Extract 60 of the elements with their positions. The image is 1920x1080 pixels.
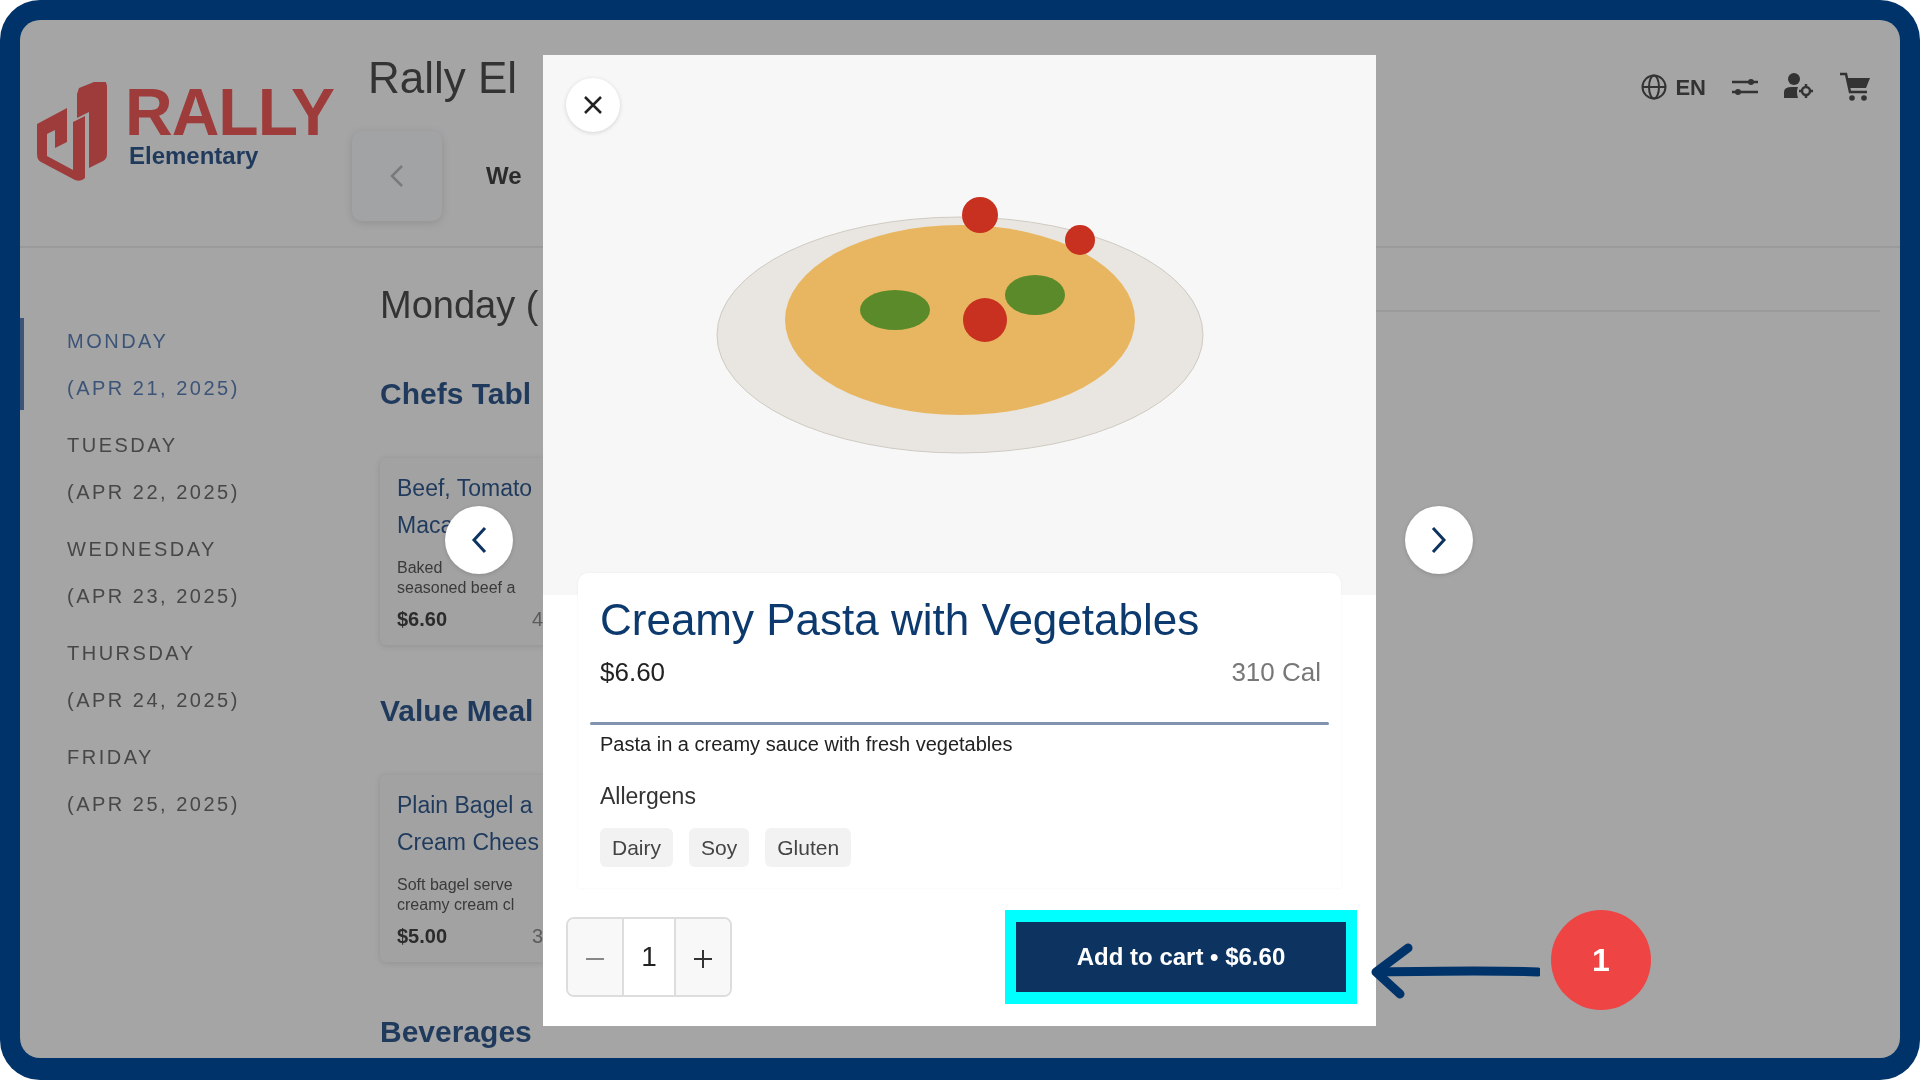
quantity-stepper[interactable]: 1 [566, 917, 732, 997]
day-date: (APR 23, 2025) [67, 584, 241, 609]
allergen-tag: Dairy [600, 827, 673, 867]
day-date: (APR 25, 2025) [67, 792, 241, 817]
day-nav-item[interactable]: WEDNESDAY (APR 23, 2025) [20, 526, 380, 620]
menu-item-calories: 4 [531, 607, 543, 632]
add-to-cart-button[interactable]: Add to cart • $6.60 [1016, 922, 1346, 992]
day-nav-item[interactable]: TUESDAY (APR 22, 2025) [20, 422, 380, 516]
day-name: TUESDAY [67, 433, 179, 458]
item-price: $6.60 [600, 656, 666, 689]
menu-item-title: Beef, Tomato [397, 474, 533, 503]
day-name: MONDAY [67, 329, 170, 354]
section-heading: Value Meal [380, 693, 535, 729]
day-name: WEDNESDAY [67, 537, 218, 562]
sliders-icon[interactable] [1732, 77, 1758, 97]
allergen-tag: Gluten [765, 827, 852, 867]
menu-item-title: Plain Bagel a [397, 791, 533, 820]
day-nav-item[interactable]: FRIDAY (APR 25, 2025) [20, 734, 380, 828]
language-selector[interactable]: EN [1641, 72, 1706, 102]
logo-subtitle: Elementary [129, 142, 260, 170]
chevron-right-icon [1431, 526, 1447, 554]
menu-item-price: $6.60 [397, 607, 448, 632]
allergen-tag: Soy [689, 827, 750, 867]
day-name: THURSDAY [67, 641, 197, 666]
globe-icon [1641, 74, 1668, 100]
day-nav-item[interactable]: MONDAY (APR 21, 2025) [20, 318, 380, 412]
chevron-left-icon [390, 164, 404, 188]
item-title: Creamy Pasta with Vegetables [600, 594, 1201, 646]
day-date: (APR 24, 2025) [67, 688, 241, 713]
item-calories: 310 Cal [1231, 656, 1321, 689]
section-heading: Beverages [380, 1014, 533, 1050]
menu-item-description: Baked [397, 558, 443, 578]
menu-item-card[interactable]: Plain Bagel a Cream Chees Soft bagel serve creamy cream cl $5.00 3 [380, 775, 545, 962]
day-nav-item[interactable]: THURSDAY (APR 24, 2025) [20, 630, 380, 724]
next-image-button[interactable] [1405, 506, 1473, 574]
menu-item-description: seasoned beef a [397, 578, 516, 598]
menu-item-calories: 3 [531, 924, 543, 949]
logo-wordmark: RALLY [125, 82, 334, 142]
item-description: Pasta in a creamy sauce with fresh vegetables [600, 732, 1014, 757]
close-icon [583, 95, 603, 115]
menu-item-description: creamy cream cl [397, 895, 515, 915]
minus-icon [586, 956, 604, 961]
menu-item-title: Cream Chees [397, 828, 539, 857]
week-label: We [486, 161, 522, 191]
cart-icon[interactable] [1840, 72, 1870, 102]
plus-icon [694, 949, 712, 968]
quantity-field[interactable]: 1 [622, 919, 676, 995]
step-number-badge: 1 [1551, 910, 1651, 1010]
user-settings-icon[interactable] [1784, 72, 1814, 98]
allergens-label: Allergens [600, 782, 697, 811]
chevron-left-icon [471, 526, 487, 554]
school-title: Rally El [368, 52, 519, 104]
day-name: FRIDAY [67, 745, 155, 770]
menu-item-description: Soft bagel serve [397, 875, 513, 895]
day-date: (APR 21, 2025) [67, 376, 241, 401]
section-heading: Chefs Tabl [380, 376, 533, 412]
menu-item-price: $5.00 [397, 924, 448, 949]
day-heading: Monday ( [380, 283, 540, 328]
close-button[interactable] [566, 78, 620, 132]
day-date: (APR 22, 2025) [67, 480, 241, 505]
